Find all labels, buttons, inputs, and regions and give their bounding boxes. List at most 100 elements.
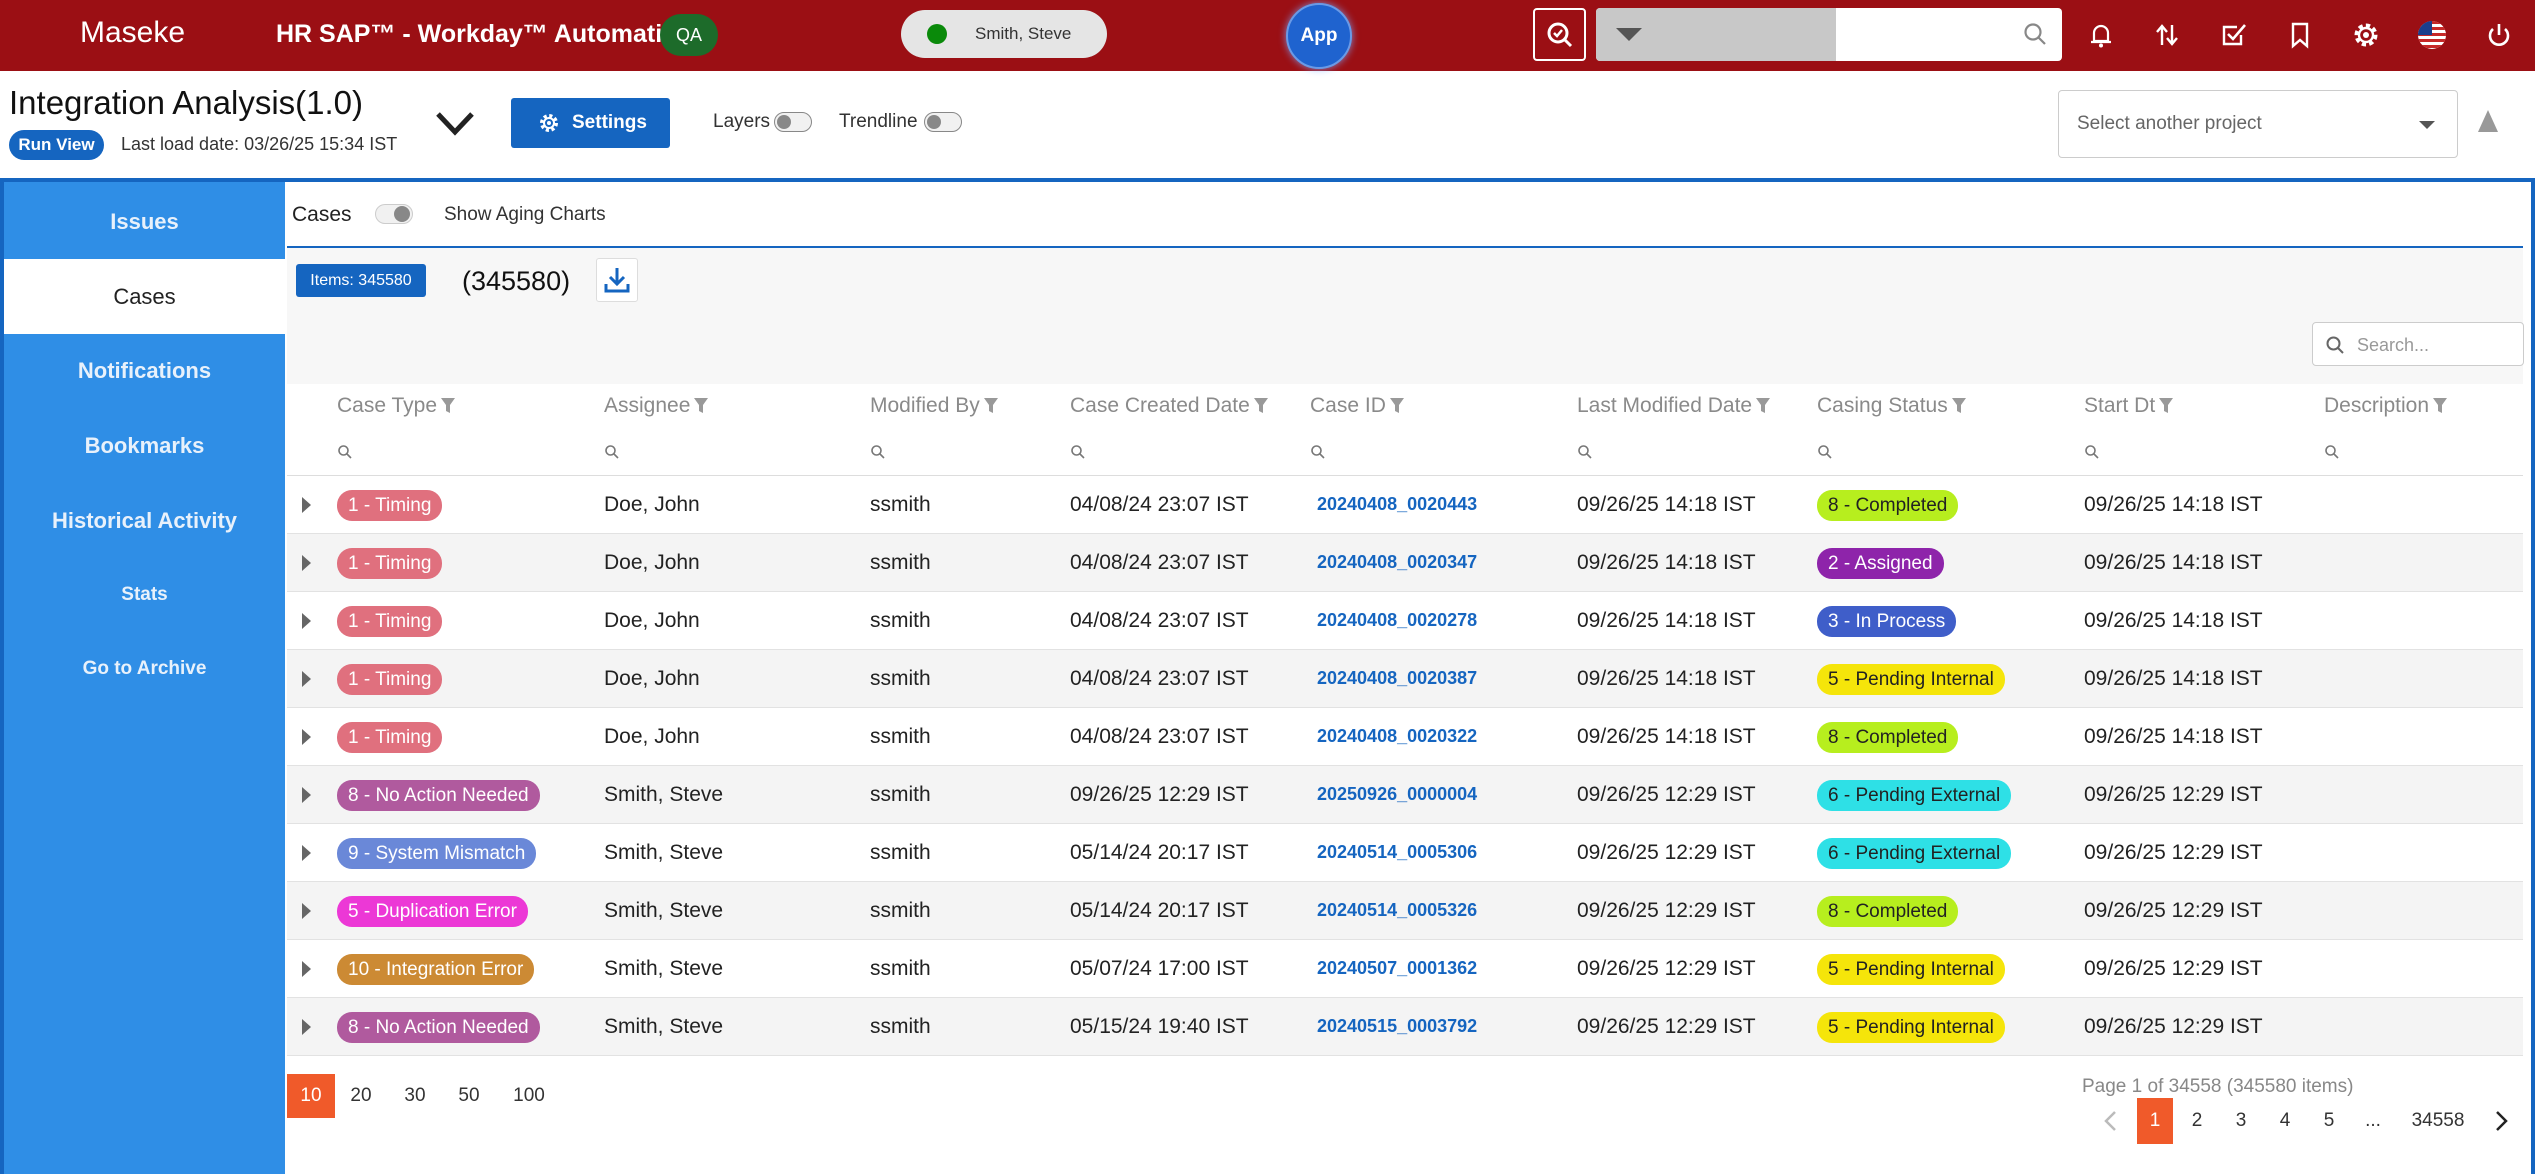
page-size-10[interactable]: 10 [287, 1074, 335, 1118]
expand-row-icon[interactable] [302, 497, 311, 513]
checkbox-icon[interactable] [2217, 18, 2251, 52]
case-id-link[interactable]: 20240515_0003792 [1317, 1016, 1477, 1037]
page-size-20[interactable]: 20 [337, 1074, 385, 1118]
pager: 10 20 30 50 100 Page 1 of 34558 (345580 … [287, 1060, 2523, 1174]
case-id-link[interactable]: 20240408_0020443 [1317, 494, 1477, 515]
expand-row-icon[interactable] [302, 845, 311, 861]
column-header-start-dt[interactable]: Start Dt [2084, 384, 2174, 428]
assignee-cell: Smith, Steve [604, 841, 724, 864]
sidebar-item-archive[interactable]: Go to Archive [4, 631, 285, 706]
case-id-link[interactable]: 20240408_0020278 [1317, 610, 1477, 631]
expand-row-icon[interactable] [302, 555, 311, 571]
page-size-50[interactable]: 50 [445, 1074, 493, 1118]
us-flag-icon[interactable] [2415, 18, 2449, 52]
column-filter-icon[interactable] [604, 444, 620, 465]
expand-row-icon[interactable] [302, 961, 311, 977]
global-search[interactable] [1596, 8, 2062, 61]
trendline-toggle[interactable] [924, 112, 962, 132]
column-header-case-id[interactable]: Case ID [1310, 384, 1405, 428]
bookmark-icon[interactable] [2283, 18, 2317, 52]
sidebar-item-bookmarks[interactable]: Bookmarks [4, 408, 285, 483]
page-1[interactable]: 1 [2137, 1098, 2173, 1144]
sidebar-item-issues[interactable]: Issues [4, 184, 285, 259]
table-row[interactable]: 1 - Timing Doe, John ssmith 04/08/24 23:07 … [287, 476, 2523, 534]
sidebar-item-historical-activity[interactable]: Historical Activity [4, 483, 285, 558]
next-page-icon[interactable] [2487, 1098, 2517, 1144]
table-row[interactable]: 1 - Timing Doe, John ssmith 04/08/24 23:07 … [287, 708, 2523, 766]
modified-by-cell: ssmith [870, 667, 931, 690]
expand-row-icon[interactable] [302, 903, 311, 919]
column-header-casing-status[interactable]: Casing Status [1817, 384, 1967, 428]
case-id-link[interactable]: 20240507_0001362 [1317, 958, 1477, 979]
case-id-link[interactable]: 20240408_0020347 [1317, 552, 1477, 573]
project-select[interactable]: Select another project [2058, 90, 2458, 158]
page-4[interactable]: 4 [2267, 1098, 2303, 1144]
column-header-description[interactable]: Description [2324, 384, 2448, 428]
column-header-assignee[interactable]: Assignee [604, 384, 709, 428]
case-created-date-cell: 05/14/24 20:17 IST [1070, 841, 1249, 864]
column-filter-icon[interactable] [1817, 444, 1833, 465]
collapse-up-icon[interactable] [2478, 110, 2498, 132]
case-id-link[interactable]: 20240408_0020387 [1317, 668, 1477, 689]
brand-logo[interactable]: Maseke [80, 16, 185, 50]
table-row[interactable]: 8 - No Action Needed Smith, Steve ssmith 05… [287, 998, 2523, 1056]
column-filter-icon[interactable] [870, 444, 886, 465]
layers-toggle[interactable] [774, 112, 812, 132]
page-3[interactable]: 3 [2223, 1098, 2259, 1144]
sidebar-item-notifications[interactable]: Notifications [4, 333, 285, 408]
table-row[interactable]: 8 - No Action Needed Smith, Steve ssmith 09… [287, 766, 2523, 824]
expand-row-icon[interactable] [302, 787, 311, 803]
aging-charts-toggle[interactable] [375, 204, 413, 224]
power-icon[interactable] [2482, 18, 2516, 52]
page-size-30[interactable]: 30 [391, 1074, 439, 1118]
search-check-icon[interactable] [1533, 8, 1586, 61]
prev-page-icon[interactable] [2095, 1098, 2125, 1144]
column-filter-icon[interactable] [1310, 444, 1326, 465]
expand-row-icon[interactable] [302, 1019, 311, 1035]
sidebar-item-stats[interactable]: Stats [4, 557, 285, 632]
case-id-link[interactable]: 20240514_0005326 [1317, 900, 1477, 921]
column-filter-icon[interactable] [337, 444, 353, 465]
run-view-button[interactable]: Run View [9, 130, 104, 160]
case-id-link[interactable]: 20240514_0005306 [1317, 842, 1477, 863]
table-row[interactable]: 1 - Timing Doe, John ssmith 04/08/24 23:07 … [287, 592, 2523, 650]
download-button[interactable] [596, 258, 638, 302]
table-row[interactable]: 5 - Duplication Error Smith, Steve ssmith 0… [287, 882, 2523, 940]
sort-arrows-icon[interactable] [2150, 18, 2184, 52]
page-2[interactable]: 2 [2179, 1098, 2215, 1144]
table-row[interactable]: 1 - Timing Doe, John ssmith 04/08/24 23:07 … [287, 534, 2523, 592]
column-filter-icon[interactable] [2084, 444, 2100, 465]
expand-row-icon[interactable] [302, 671, 311, 687]
table-row[interactable]: 1 - Timing Doe, John ssmith 04/08/24 23:07 … [287, 650, 2523, 708]
page-5[interactable]: 5 [2311, 1098, 2347, 1144]
app-button[interactable]: App [1286, 3, 1352, 69]
casing-status-badge: 3 - In Process [1817, 606, 1957, 637]
chevron-down-icon[interactable] [432, 106, 478, 145]
start-dt-cell: 09/26/25 14:18 IST [2084, 493, 2263, 516]
table-row[interactable]: 9 - System Mismatch Smith, Steve ssmith 05/… [287, 824, 2523, 882]
magnifier-icon[interactable] [2022, 21, 2048, 52]
bell-icon[interactable] [2084, 18, 2118, 52]
column-filter-icon[interactable] [1070, 444, 1086, 465]
sidebar-item-cases[interactable]: Cases [4, 259, 285, 334]
column-header-modified-by[interactable]: Modified By [870, 384, 999, 428]
page-last[interactable]: 34558 [2403, 1098, 2473, 1144]
page-size-100[interactable]: 100 [499, 1074, 559, 1118]
column-header-last-modified-date[interactable]: Last Modified Date [1577, 384, 1771, 428]
expand-row-icon[interactable] [302, 613, 311, 629]
column-header-case-type[interactable]: Case Type [337, 384, 456, 428]
casing-status-badge: 5 - Pending Internal [1817, 664, 2005, 695]
column-filter-icon[interactable] [2324, 444, 2340, 465]
table-search-input[interactable]: Search... [2312, 322, 2524, 366]
case-id-link[interactable]: 20240408_0020322 [1317, 726, 1477, 747]
cases-grid: Case Type Assignee Modified By Case Crea… [287, 384, 2523, 1060]
gear-icon[interactable] [2349, 18, 2383, 52]
case-id-link[interactable]: 20250926_0000004 [1317, 784, 1477, 805]
search-scope-select[interactable] [1596, 8, 1836, 61]
settings-button[interactable]: Settings [511, 98, 670, 148]
user-pill[interactable]: Smith, Steve [901, 10, 1107, 58]
expand-row-icon[interactable] [302, 729, 311, 745]
table-row[interactable]: 10 - Integration Error Smith, Steve ssmith… [287, 940, 2523, 998]
column-filter-icon[interactable] [1577, 444, 1593, 465]
column-header-case-created-date[interactable]: Case Created Date [1070, 384, 1269, 428]
